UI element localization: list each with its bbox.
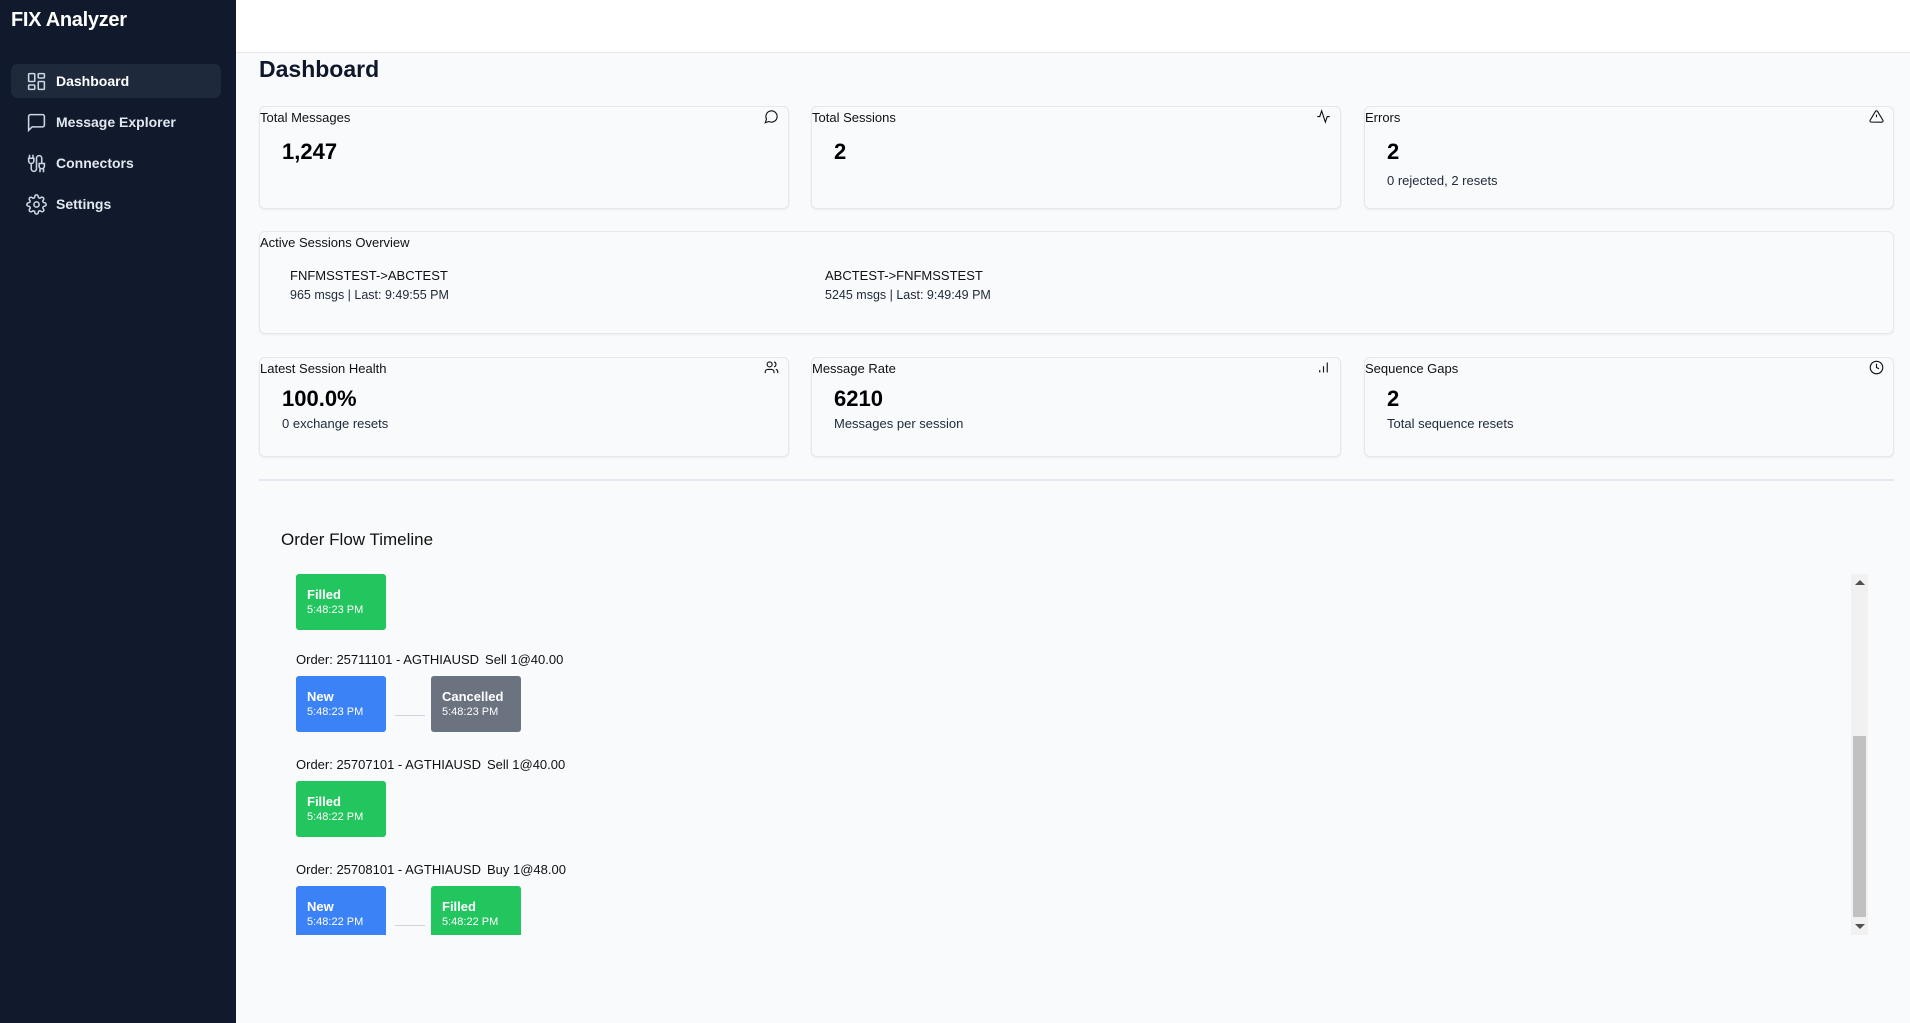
session-health-card: Latest Session Health 100.0% 0 exchange … <box>259 357 789 457</box>
card-title: Message Rate <box>812 361 896 376</box>
timeline-event[interactable]: New 5:48:23 PM <box>296 676 386 732</box>
bar-chart-icon <box>1316 360 1332 376</box>
order-side: Buy 1@48.00 <box>486 862 566 877</box>
app-title: FIX Analyzer <box>11 9 127 31</box>
event-connector <box>395 715 425 716</box>
sidebar-nav: Dashboard Message Explorer Connectors Se… <box>11 64 221 228</box>
stat-subtext: Total sequence resets <box>1387 416 1514 431</box>
users-icon <box>764 360 780 376</box>
plug-icon <box>25 152 47 174</box>
sidebar-item-connectors[interactable]: Connectors <box>11 146 221 180</box>
event-time: 5:48:22 PM <box>442 916 499 928</box>
section-divider <box>259 479 1894 481</box>
card-title: Errors <box>1365 110 1401 125</box>
dashboard-icon <box>25 70 47 92</box>
order-side: Sell 1@40.00 <box>486 757 566 772</box>
timeline-scrollbar[interactable] <box>1851 574 1868 935</box>
event-status: New <box>307 689 334 704</box>
timeline-event[interactable]: New 5:48:22 PM <box>296 886 386 935</box>
arrow-down-icon <box>1854 924 1865 929</box>
total-messages-card: Total Messages 1,247 <box>259 106 789 209</box>
active-sessions-card: Active Sessions Overview FNFMSSTEST->ABC… <box>259 231 1894 334</box>
stat-value: 1,247 <box>282 139 338 164</box>
event-status: Filled <box>307 587 341 602</box>
card-title: Sequence Gaps <box>1365 361 1459 376</box>
event-time: 5:48:23 PM <box>307 604 364 616</box>
stat-subtext: 0 rejected, 2 resets <box>1387 173 1498 188</box>
total-sessions-card: Total Sessions 2 <box>811 106 1341 209</box>
scroll-up-button[interactable] <box>1851 574 1868 591</box>
message-rate-card: Message Rate 6210 Messages per session <box>811 357 1341 457</box>
alert-triangle-icon <box>1869 109 1885 125</box>
stat-subtext: Messages per session <box>834 416 964 431</box>
event-time: 5:48:23 PM <box>442 706 499 718</box>
event-time: 5:48:22 PM <box>307 811 364 823</box>
order-id: Order: 25707101 - AGTHIAUSD <box>296 757 481 772</box>
sequence-gaps-card: Sequence Gaps 2 Total sequence resets <box>1364 357 1894 457</box>
order-label: Order: 25707101 - AGTHIAUSD Sell 1@40.00 <box>296 757 565 772</box>
session-name: ABCTEST->FNFMSSTEST <box>825 268 983 283</box>
event-time: 5:48:23 PM <box>307 706 364 718</box>
arrow-up-icon <box>1854 580 1865 585</box>
card-title: Total Sessions <box>812 110 896 125</box>
timeline-event[interactable]: Filled 5:48:23 PM <box>296 574 386 630</box>
order-label: Order: 25708101 - AGTHIAUSD Buy 1@48.00 <box>296 862 566 877</box>
sidebar-item-label: Connectors <box>56 155 134 171</box>
sidebar-item-label: Dashboard <box>56 73 130 89</box>
scroll-thumb[interactable] <box>1853 735 1866 917</box>
sidebar-item-dashboard[interactable]: Dashboard <box>11 64 221 98</box>
stat-value: 100.0% <box>282 386 357 411</box>
order-timeline: Filled 5:48:23 PM Order: 25711101 - AGTH… <box>296 574 1836 935</box>
timeline-event[interactable]: Filled 5:48:22 PM <box>296 781 386 837</box>
sidebar-item-label: Message Explorer <box>56 114 176 130</box>
stat-value: 2 <box>1387 139 1400 164</box>
sidebar-item-label: Settings <box>56 196 112 212</box>
session-meta: 965 msgs | Last: 9:49:55 PM <box>290 288 449 302</box>
timeline-event[interactable]: Cancelled 5:48:23 PM <box>431 676 521 732</box>
page-title: Dashboard <box>259 56 380 82</box>
event-status: Filled <box>442 899 476 914</box>
card-title: Active Sessions Overview <box>260 235 410 250</box>
stat-value: 2 <box>834 139 847 164</box>
message-circle-icon <box>764 109 780 125</box>
event-status: Cancelled <box>442 689 504 704</box>
timeline-title: Order Flow Timeline <box>281 530 434 549</box>
activity-icon <box>1316 109 1332 125</box>
message-square-icon <box>25 111 47 133</box>
scroll-down-button[interactable] <box>1851 918 1868 935</box>
event-status: Filled <box>307 794 341 809</box>
card-title: Total Messages <box>260 110 351 125</box>
clock-icon <box>1869 360 1885 376</box>
card-title: Latest Session Health <box>260 361 387 376</box>
session-name: FNFMSSTEST->ABCTEST <box>290 268 448 283</box>
errors-card: Errors 2 0 rejected, 2 resets <box>1364 106 1894 209</box>
event-time: 5:48:22 PM <box>307 916 364 928</box>
sidebar-item-settings[interactable]: Settings <box>11 187 221 221</box>
order-label: Order: 25711101 - AGTHIAUSD Sell 1@40.00 <box>296 652 563 667</box>
session-meta: 5245 msgs | Last: 9:49:49 PM <box>825 288 991 302</box>
sidebar-item-message-explorer[interactable]: Message Explorer <box>11 105 221 139</box>
stat-value: 6210 <box>834 386 883 411</box>
top-bar <box>236 0 1910 53</box>
order-id: Order: 25711101 - AGTHIAUSD <box>296 652 480 667</box>
order-side: Sell 1@40.00 <box>485 652 564 667</box>
gear-icon <box>25 193 47 215</box>
sidebar: FIX Analyzer Dashboard Message Explorer … <box>0 0 236 1023</box>
stat-subtext: 0 exchange resets <box>282 416 389 431</box>
stat-value: 2 <box>1387 386 1400 411</box>
order-id: Order: 25708101 - AGTHIAUSD <box>296 862 481 877</box>
event-status: New <box>307 899 334 914</box>
event-connector <box>395 925 425 926</box>
timeline-event[interactable]: Filled 5:48:22 PM <box>431 886 521 935</box>
